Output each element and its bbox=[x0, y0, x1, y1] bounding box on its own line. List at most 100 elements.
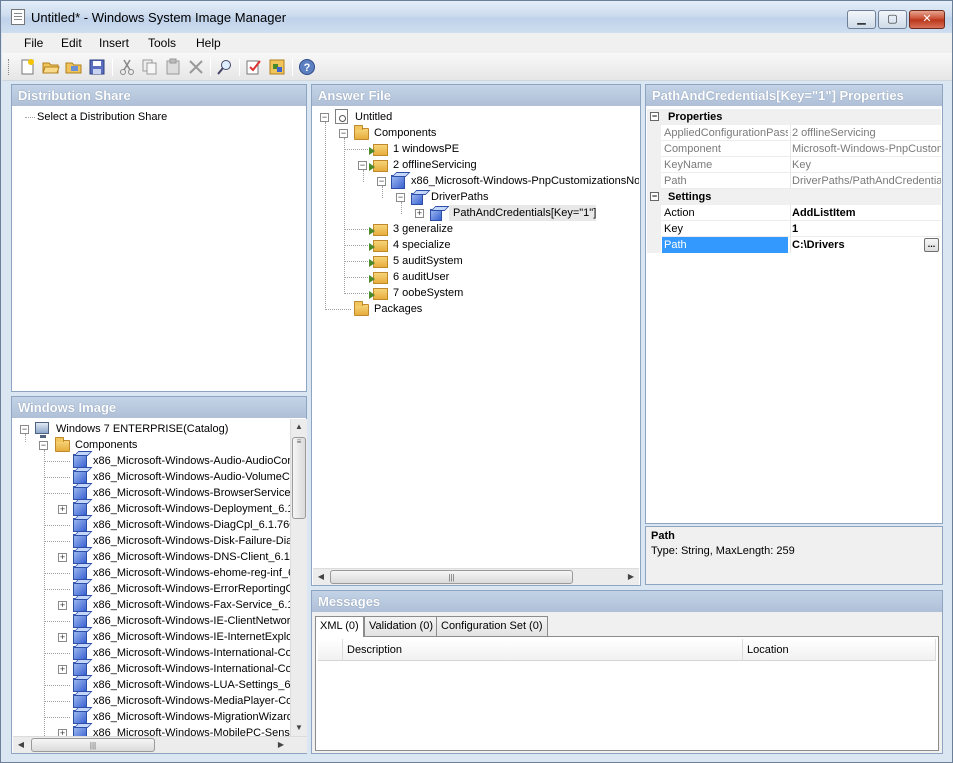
properties-grid[interactable]: − Properties AppliedConfigurationPass 2 … bbox=[647, 107, 941, 522]
config-pass-icon bbox=[369, 256, 388, 268]
expander-expand-icon[interactable]: + bbox=[58, 505, 67, 514]
component-icon bbox=[73, 582, 87, 596]
property-row[interactable]: Path DriverPaths/PathAndCredentials bbox=[647, 173, 941, 189]
windows-image-panel: Windows Image − Windows 7 ENTERPRISE(Cat… bbox=[11, 396, 307, 754]
component-icon bbox=[73, 534, 87, 548]
folder-icon bbox=[354, 125, 369, 140]
collapse-icon[interactable]: − bbox=[650, 112, 659, 121]
save-icon[interactable] bbox=[88, 58, 106, 76]
answer-file-tree[interactable]: − Untitled − Components 1 windowsPE − 2 … bbox=[313, 107, 639, 584]
app-icon bbox=[11, 9, 25, 25]
windows-image-header: Windows Image bbox=[12, 397, 306, 418]
expander-expand-icon[interactable]: + bbox=[58, 601, 67, 610]
component-icon bbox=[73, 502, 87, 516]
expander-collapse-icon[interactable]: − bbox=[20, 425, 29, 434]
minimize-button[interactable]: ▁ bbox=[847, 10, 876, 29]
property-row[interactable]: AppliedConfigurationPass 2 offlineServic… bbox=[647, 125, 941, 141]
toolbar-separator bbox=[210, 58, 211, 76]
setting-icon bbox=[411, 193, 423, 205]
expander-collapse-icon[interactable]: − bbox=[396, 193, 405, 202]
toolbar-separator bbox=[292, 58, 293, 76]
list-item-icon bbox=[430, 209, 442, 221]
expander-expand-icon[interactable]: + bbox=[415, 209, 424, 218]
menu-insert[interactable]: Insert bbox=[99, 36, 129, 50]
column-header-location[interactable]: Location bbox=[743, 639, 936, 661]
computer-icon bbox=[35, 422, 49, 438]
window-title: Untitled* - Windows System Image Manager bbox=[31, 10, 287, 25]
menu-help[interactable]: Help bbox=[196, 36, 221, 50]
settings-category[interactable]: − Settings bbox=[647, 189, 941, 205]
new-answer-file-icon[interactable] bbox=[19, 58, 37, 76]
component-icon bbox=[73, 630, 87, 644]
column-header-description[interactable]: Description bbox=[343, 639, 743, 661]
expander-collapse-icon[interactable]: − bbox=[377, 177, 386, 186]
answer-file-hscroll[interactable]: ◀ ||| ▶ bbox=[313, 568, 639, 585]
windows-image-hscroll-thumb[interactable]: ||| bbox=[31, 738, 155, 752]
setting-row-key[interactable]: Key 1 bbox=[647, 221, 941, 237]
svg-text:?: ? bbox=[304, 62, 311, 74]
properties-category[interactable]: − Properties bbox=[647, 109, 941, 125]
menu-tools[interactable]: Tools bbox=[148, 36, 176, 50]
distribution-share-tree[interactable]: Select a Distribution Share bbox=[13, 107, 305, 390]
menu-file[interactable]: File bbox=[24, 36, 43, 50]
config-pass-icon bbox=[369, 272, 388, 284]
expander-expand-icon[interactable]: + bbox=[58, 633, 67, 642]
messages-list[interactable]: Description Location bbox=[315, 636, 939, 751]
component-icon bbox=[73, 662, 87, 676]
find-icon[interactable] bbox=[216, 58, 234, 76]
browse-button[interactable]: ... bbox=[924, 238, 939, 252]
paste-icon[interactable] bbox=[164, 58, 182, 76]
scroll-left-icon[interactable]: ◀ bbox=[313, 569, 329, 585]
component-icon bbox=[73, 646, 87, 660]
component-icon bbox=[73, 614, 87, 628]
select-distribution-share-label: Select a Distribution Share bbox=[37, 111, 168, 123]
open-folder-icon[interactable] bbox=[65, 58, 83, 76]
windows-image-tree[interactable]: − Windows 7 ENTERPRISE(Catalog) − Compon… bbox=[13, 419, 305, 752]
config-pass-icon bbox=[369, 224, 388, 236]
path-value-field[interactable]: C:\Drivers bbox=[790, 237, 941, 253]
expander-collapse-icon[interactable]: − bbox=[39, 441, 48, 450]
collapse-icon[interactable]: − bbox=[650, 192, 659, 201]
expander-collapse-icon[interactable]: − bbox=[358, 161, 367, 170]
windows-image-hscroll[interactable]: ◀ ||| ▶ bbox=[13, 736, 307, 753]
tab-validation[interactable]: Validation (0) bbox=[364, 616, 438, 636]
answer-file-pathandcredentials[interactable]: PathAndCredentials[Key="1"] bbox=[449, 205, 597, 221]
messages-panel: Messages XML (0) Validation (0) Configur… bbox=[311, 590, 943, 754]
setting-row-path[interactable]: Path C:\Drivers ... bbox=[647, 237, 941, 253]
open-icon[interactable] bbox=[42, 58, 60, 76]
config-pass-icon bbox=[369, 288, 388, 300]
tab-xml[interactable]: XML (0) bbox=[315, 616, 364, 637]
validate-icon[interactable] bbox=[245, 58, 263, 76]
component-icon bbox=[73, 598, 87, 612]
copy-icon[interactable] bbox=[141, 58, 159, 76]
config-pass-icon bbox=[369, 240, 388, 252]
property-row[interactable]: Component Microsoft-Windows-PnpCustomiza bbox=[647, 141, 941, 157]
delete-icon[interactable] bbox=[187, 58, 205, 76]
scroll-right-icon[interactable]: ▶ bbox=[273, 737, 289, 753]
menu-edit[interactable]: Edit bbox=[61, 36, 82, 50]
scroll-up-icon[interactable]: ▲ bbox=[291, 419, 307, 435]
expander-expand-icon[interactable]: + bbox=[58, 553, 67, 562]
scroll-right-icon[interactable]: ▶ bbox=[623, 569, 639, 585]
maximize-button[interactable]: ▢ bbox=[878, 10, 907, 29]
title-bar[interactable]: Untitled* - Windows System Image Manager… bbox=[1, 1, 952, 33]
answer-file-panel: Answer File − Untitled − Components 1 wi… bbox=[311, 84, 641, 586]
windows-image-vscroll[interactable]: ▲ ≡ ▼ bbox=[290, 419, 307, 737]
cut-icon[interactable] bbox=[118, 58, 136, 76]
scroll-down-icon[interactable]: ▼ bbox=[291, 720, 307, 736]
tab-configuration-set[interactable]: Configuration Set (0) bbox=[436, 616, 548, 636]
config-pass-icon bbox=[369, 160, 388, 172]
answer-file-hscroll-thumb[interactable]: ||| bbox=[330, 570, 573, 584]
toolbar-grip[interactable] bbox=[8, 59, 11, 75]
component-icon bbox=[73, 518, 87, 532]
expander-collapse-icon[interactable]: − bbox=[320, 113, 329, 122]
expander-expand-icon[interactable]: + bbox=[58, 665, 67, 674]
close-button[interactable]: ✕ bbox=[909, 10, 945, 29]
expander-collapse-icon[interactable]: − bbox=[339, 129, 348, 138]
help-icon[interactable]: ? bbox=[298, 58, 316, 76]
create-config-set-icon[interactable] bbox=[268, 58, 286, 76]
scroll-left-icon[interactable]: ◀ bbox=[13, 737, 29, 753]
setting-row-action[interactable]: Action AddListItem bbox=[647, 205, 941, 221]
property-row[interactable]: KeyName Key bbox=[647, 157, 941, 173]
windows-image-vscroll-thumb[interactable]: ≡ bbox=[292, 437, 306, 519]
